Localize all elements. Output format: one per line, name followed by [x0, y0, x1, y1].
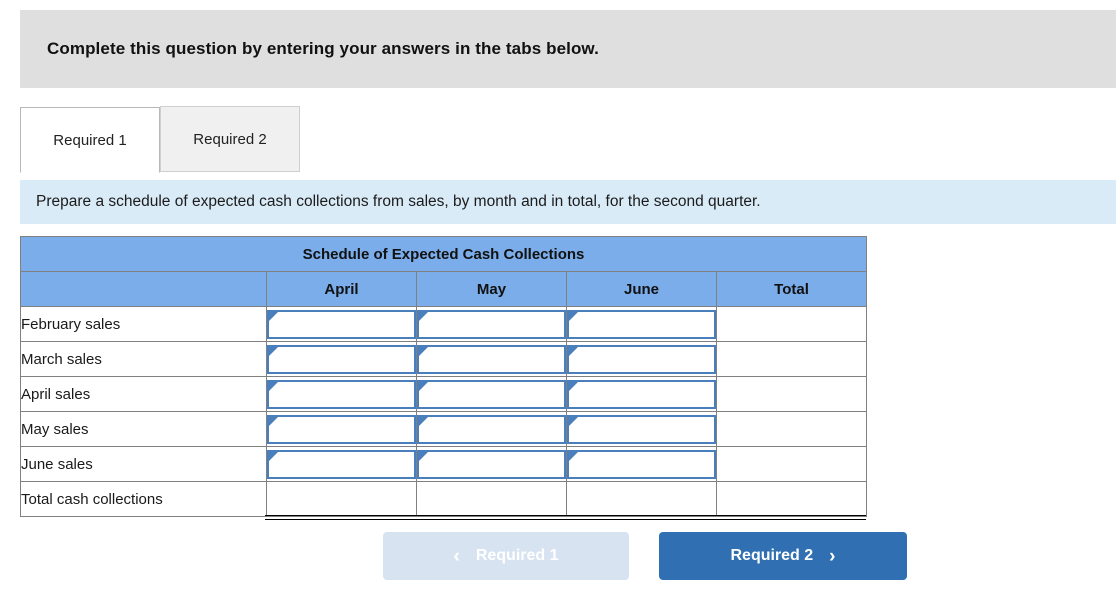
input-april-april[interactable] [267, 379, 416, 409]
cell-marker-icon [419, 416, 427, 425]
cell-marker-icon [419, 451, 427, 460]
input-may-june[interactable] [567, 414, 716, 444]
cell-march-june[interactable] [566, 341, 717, 377]
cell-june-total [716, 446, 867, 482]
input-february-june[interactable] [567, 309, 716, 339]
cell-april-may[interactable] [416, 376, 567, 412]
table-row: May sales [20, 411, 867, 447]
row-label-total-cash-collections: Total cash collections [20, 481, 267, 517]
worksheet-title-row: Schedule of Expected Cash Collections [20, 236, 867, 272]
input-april-may[interactable] [417, 379, 566, 409]
input-april-june[interactable] [567, 379, 716, 409]
input-june-may[interactable] [417, 449, 566, 479]
column-header-april: April [266, 271, 417, 307]
input-may-april[interactable] [267, 414, 416, 444]
question-banner-text: Complete this question by entering your … [47, 39, 599, 58]
cell-march-may[interactable] [416, 341, 567, 377]
required-2-next-button[interactable]: Required 2 › [659, 532, 907, 580]
input-february-april[interactable] [267, 309, 416, 339]
cell-february-total [716, 306, 867, 342]
cell-april-total [716, 376, 867, 412]
question-banner: Complete this question by entering your … [20, 10, 1116, 88]
table-row: April sales [20, 376, 867, 412]
worksheet-header-row: April May June Total [20, 271, 867, 307]
row-label-april-sales: April sales [20, 376, 267, 412]
column-header-total: Total [716, 271, 867, 307]
table-row: June sales [20, 446, 867, 482]
cell-total-may [416, 481, 567, 517]
tab-required-2[interactable]: Required 2 [160, 106, 300, 172]
input-may-may[interactable] [417, 414, 566, 444]
table-row: March sales [20, 341, 867, 377]
required-1-prev-label: Required 1 [475, 547, 559, 564]
cell-marker-icon [269, 416, 277, 425]
input-march-june[interactable] [567, 344, 716, 374]
cell-marker-icon [569, 311, 577, 320]
cell-marker-icon [269, 381, 277, 390]
column-header-may: May [416, 271, 567, 307]
tab-strip: Required 1 Required 2 [20, 105, 1116, 173]
cell-june-may[interactable] [416, 446, 567, 482]
cell-total-june [566, 481, 717, 517]
cell-marker-icon [569, 451, 577, 460]
instruction-text: Prepare a schedule of expected cash coll… [36, 193, 761, 210]
chevron-left-icon: ‹ [453, 545, 460, 567]
cell-marker-icon [269, 346, 277, 355]
cell-marker-icon [269, 451, 277, 460]
tab-required-1[interactable]: Required 1 [20, 107, 160, 173]
cell-marker-icon [569, 416, 577, 425]
cell-march-total [716, 341, 867, 377]
table-row-total: Total cash collections [20, 481, 867, 517]
worksheet-title: Schedule of Expected Cash Collections [20, 236, 867, 272]
cell-marker-icon [419, 381, 427, 390]
cell-marker-icon [569, 381, 577, 390]
cash-collections-worksheet: Schedule of Expected Cash Collections Ap… [20, 236, 867, 517]
row-label-june-sales: June sales [20, 446, 267, 482]
cell-may-may[interactable] [416, 411, 567, 447]
cell-marker-icon [269, 311, 277, 320]
row-label-march-sales: March sales [20, 341, 267, 377]
row-label-february-sales: February sales [20, 306, 267, 342]
input-march-april[interactable] [267, 344, 416, 374]
column-header-blank [20, 271, 267, 307]
cell-may-april[interactable] [266, 411, 417, 447]
cell-marker-icon [419, 346, 427, 355]
cell-total-april [266, 481, 417, 517]
cell-june-june[interactable] [566, 446, 717, 482]
cell-february-june[interactable] [566, 306, 717, 342]
nav-buttons: ‹ Required 1 Required 2 › [383, 532, 907, 580]
tab-required-1-label: Required 1 [53, 131, 127, 149]
cell-april-june[interactable] [566, 376, 717, 412]
cell-marker-icon [419, 311, 427, 320]
input-march-may[interactable] [417, 344, 566, 374]
required-1-prev-button[interactable]: ‹ Required 1 [383, 532, 629, 580]
cell-marker-icon [569, 346, 577, 355]
cell-february-april[interactable] [266, 306, 417, 342]
required-2-next-label: Required 2 [730, 547, 814, 564]
input-february-may[interactable] [417, 309, 566, 339]
column-header-june: June [566, 271, 717, 307]
cell-march-april[interactable] [266, 341, 417, 377]
input-june-april[interactable] [267, 449, 416, 479]
cell-may-june[interactable] [566, 411, 717, 447]
cell-total-total [716, 481, 867, 517]
cell-june-april[interactable] [266, 446, 417, 482]
accounting-double-rule [265, 515, 866, 520]
tab-required-2-label: Required 2 [193, 130, 267, 148]
row-label-may-sales: May sales [20, 411, 267, 447]
chevron-right-icon: › [829, 545, 836, 567]
instruction-strip: Prepare a schedule of expected cash coll… [20, 180, 1116, 224]
cell-february-may[interactable] [416, 306, 567, 342]
cell-may-total [716, 411, 867, 447]
input-june-june[interactable] [567, 449, 716, 479]
cell-april-april[interactable] [266, 376, 417, 412]
table-row: February sales [20, 306, 867, 342]
